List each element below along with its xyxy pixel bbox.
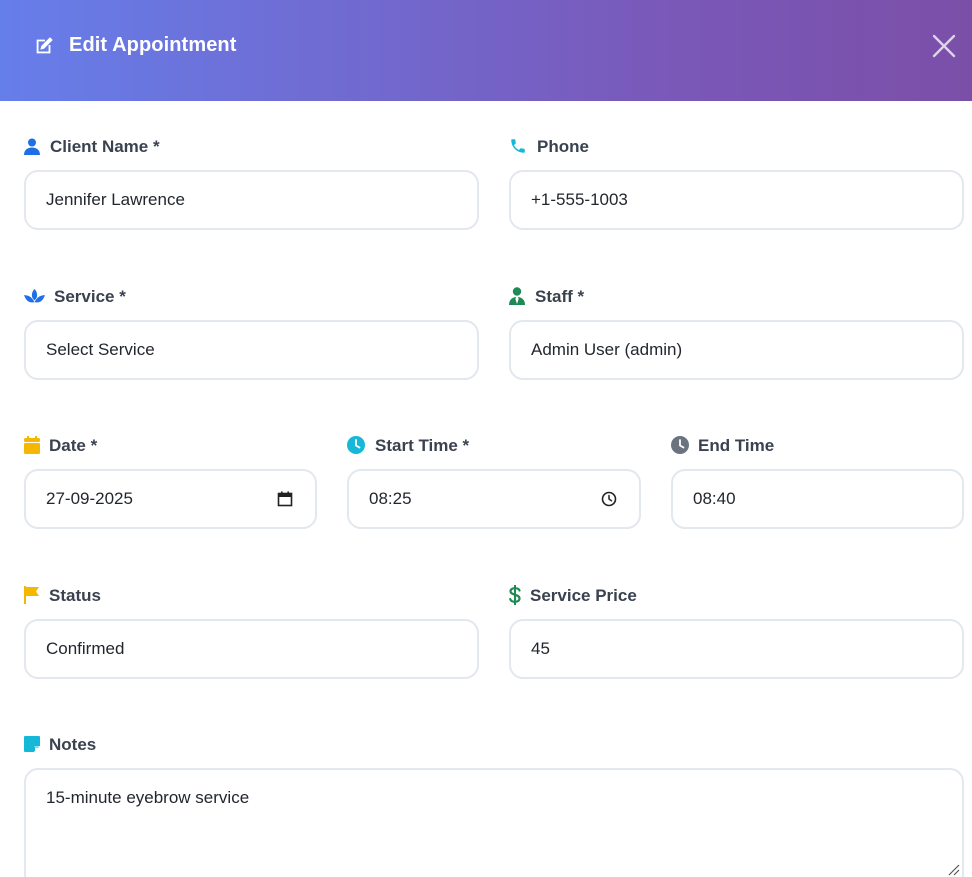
notes-textarea[interactable]: 15-minute eyebrow service (24, 768, 964, 877)
resize-grip-icon[interactable] (946, 862, 960, 876)
clock-icon (347, 436, 365, 454)
end-time-input[interactable]: 08:40 (671, 469, 964, 529)
status-select[interactable]: Confirmed (24, 619, 479, 679)
staff-select[interactable]: Admin User (admin) (509, 320, 964, 380)
phone-input[interactable]: +1-555-1003 (509, 170, 964, 230)
user-tie-icon (509, 287, 525, 305)
flag-icon (24, 586, 39, 604)
sticky-note-icon (24, 736, 40, 752)
modal-header: Edit Appointment (0, 0, 972, 101)
user-icon (24, 138, 40, 155)
service-select[interactable]: Select Service (24, 320, 479, 380)
calendar-picker-icon[interactable] (277, 491, 293, 507)
close-icon[interactable] (931, 33, 957, 59)
phone-icon (511, 139, 525, 153)
client-name-input[interactable]: Jennifer Lawrence (24, 170, 479, 230)
time-picker-icon[interactable] (601, 491, 617, 507)
date-input[interactable]: 27-09-2025 (24, 469, 317, 529)
spa-icon (24, 289, 45, 303)
dollar-icon (509, 585, 521, 605)
start-time-input[interactable]: 08:25 (347, 469, 641, 529)
edit-appointment-modal: Edit Appointment Client Name * Jennifer … (0, 0, 972, 877)
modal-title: Edit Appointment (69, 34, 237, 56)
clock-icon (671, 436, 689, 454)
edit-icon (36, 37, 53, 54)
service-price-input[interactable]: 45 (509, 619, 964, 679)
calendar-icon (24, 436, 40, 454)
